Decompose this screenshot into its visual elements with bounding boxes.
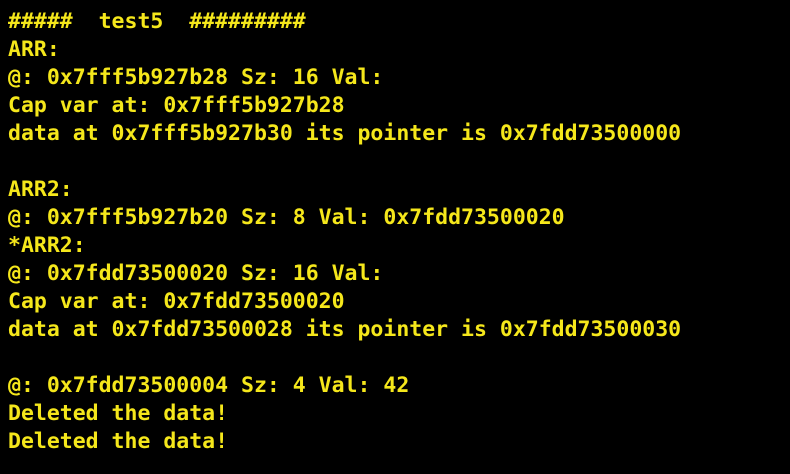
terminal-line-deleted: Deleted the data! xyxy=(8,429,229,454)
terminal-line-deref-arr2-label: *ARR2: xyxy=(8,233,86,258)
terminal-line-arr2-address: @: 0x7fff5b927b20 Sz: 8 Val: 0x7fdd73500… xyxy=(8,205,565,230)
terminal-line-int-value: @: 0x7fdd73500004 Sz: 4 Val: 42 xyxy=(8,373,410,398)
terminal-line-arr-label: ARR: xyxy=(8,37,60,62)
terminal-line-arr-address: @: 0x7fff5b927b28 Sz: 16 Val: xyxy=(8,65,384,90)
terminal-line-deref-arr2-cap-var: Cap var at: 0x7fdd73500020 xyxy=(8,289,345,314)
terminal-line-arr-cap-var: Cap var at: 0x7fff5b927b28 xyxy=(8,93,345,118)
terminal-line-arr2-label: ARR2: xyxy=(8,177,73,202)
terminal-line-deref-arr2-data: data at 0x7fdd73500028 its pointer is 0x… xyxy=(8,317,682,342)
terminal-line-arr-data: data at 0x7fff5b927b30 its pointer is 0x… xyxy=(8,121,682,146)
terminal-line-test-header: ##### test5 ######### xyxy=(8,9,306,34)
terminal-line-deref-arr2-address: @: 0x7fdd73500020 Sz: 16 Val: xyxy=(8,261,384,286)
terminal-line-deleted: Deleted the data! xyxy=(8,401,229,426)
terminal-window[interactable]: ##### test5 ######### ARR: @: 0x7fff5b92… xyxy=(0,0,790,474)
